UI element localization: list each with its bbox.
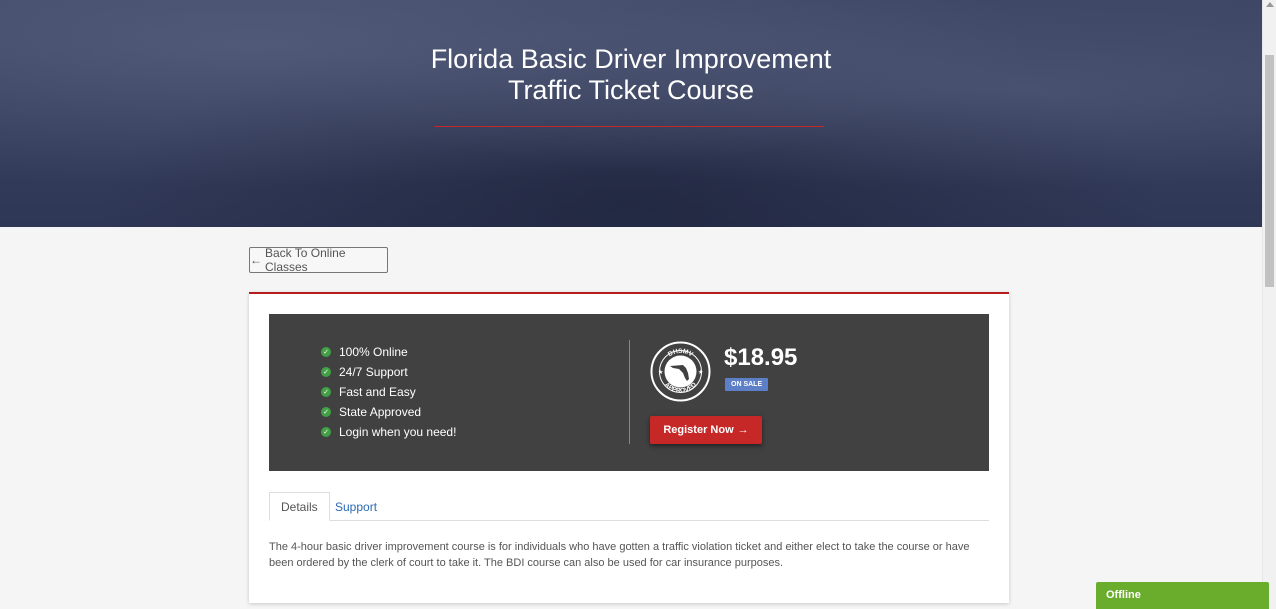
svg-text:★: ★	[658, 369, 663, 376]
feature-item: ✓ Login when you need!	[321, 422, 456, 442]
page-title-line1: Florida Basic Driver Improvement	[430, 44, 832, 74]
offline-chat-widget[interactable]: Offline	[1096, 582, 1269, 609]
feature-label: 24/7 Support	[339, 365, 408, 379]
feature-item: ✓ 100% Online	[321, 342, 456, 362]
check-circle-icon: ✓	[321, 387, 331, 397]
feature-label: Login when you need!	[339, 425, 457, 439]
on-sale-badge: ON SALE	[725, 378, 769, 391]
register-button-label: Register Now	[663, 424, 734, 436]
page-scrollbar[interactable]	[1262, 0, 1276, 609]
tab-details[interactable]: Details	[269, 492, 330, 521]
check-circle-icon: ✓	[321, 347, 331, 357]
tab-support[interactable]: Support	[324, 492, 388, 521]
feature-label: 100% Online	[339, 345, 408, 359]
course-description: The 4-hour basic driver improvement cour…	[269, 541, 970, 569]
hero-banner: Florida Basic Driver Improvement Traffic…	[0, 0, 1262, 227]
page-title-line2: Traffic Ticket Course	[507, 75, 755, 105]
course-tabs: Details Support	[269, 492, 989, 521]
course-price: $18.95	[724, 344, 798, 371]
feature-item: ✓ 24/7 Support	[321, 362, 456, 382]
back-button-label: Back To Online Classes	[265, 246, 346, 274]
register-now-button[interactable]: Register Now →	[650, 416, 762, 444]
course-card: ✓ 100% Online ✓ 24/7 Support ✓ Fast and Eas…	[249, 292, 1009, 603]
feature-list: ✓ 100% Online ✓ 24/7 Support ✓ Fast and Eas…	[321, 342, 456, 442]
title-divider	[434, 126, 824, 127]
page-title: Florida Basic Driver Improvement Traffic…	[0, 44, 1262, 106]
feature-item: ✓ State Approved	[321, 402, 456, 422]
feature-label: Fast and Easy	[339, 385, 416, 399]
back-to-online-classes-button[interactable]: ← Back To Online Classes	[249, 246, 388, 274]
feature-label: State Approved	[339, 405, 422, 419]
feature-panel: ✓ 100% Online ✓ 24/7 Support ✓ Fast and Eas…	[269, 314, 989, 471]
check-circle-icon: ✓	[321, 367, 331, 377]
panel-divider	[629, 340, 630, 444]
check-circle-icon: ✓	[321, 427, 331, 437]
arrow-left-icon: ←	[250, 253, 262, 267]
feature-item: ✓ Fast and Easy	[321, 382, 456, 402]
svg-text:★: ★	[698, 369, 703, 376]
arrow-right-icon: →	[737, 424, 749, 436]
check-circle-icon: ✓	[321, 407, 331, 417]
dhsmv-approved-seal-icon: DHSMV APPROVED ★ ★	[650, 341, 711, 402]
scroll-up-icon[interactable]	[1266, 2, 1274, 7]
scroll-thumb[interactable]	[1265, 55, 1274, 287]
